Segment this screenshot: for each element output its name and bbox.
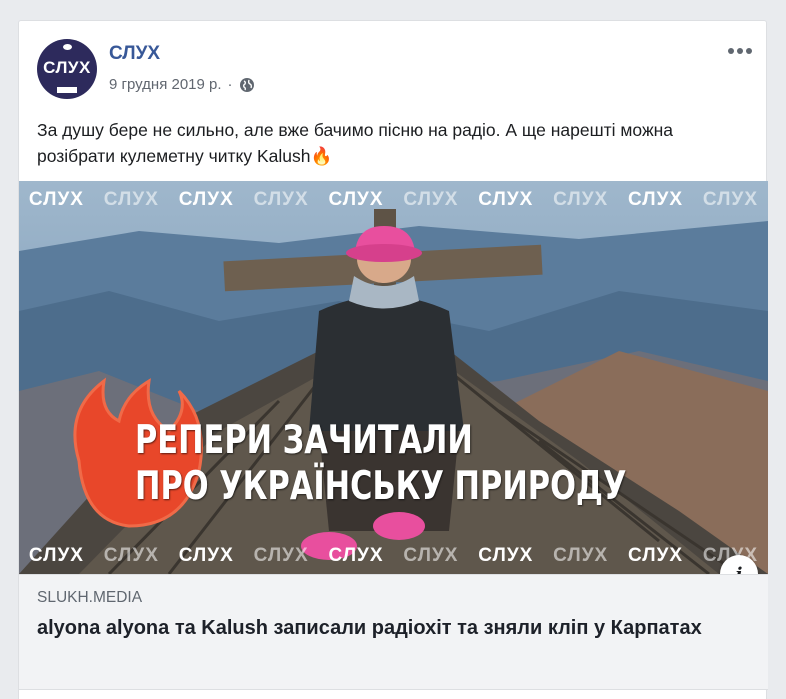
watermark-text: СЛУХ	[253, 189, 309, 210]
watermark-text: СЛУХ	[553, 189, 609, 210]
link-domain: slukh.media	[37, 589, 143, 606]
watermark-text: СЛУХ	[403, 189, 459, 210]
watermark-text: СЛУХ	[403, 545, 459, 566]
watermark-text: СЛУХ	[178, 189, 234, 210]
dot-icon	[737, 48, 743, 54]
watermark-text: СЛУХ	[28, 545, 84, 566]
globe-icon[interactable]	[239, 77, 255, 93]
more-options-button[interactable]	[726, 43, 754, 59]
avatar-eye-decoration	[63, 44, 72, 50]
watermark-text: СЛУХ	[328, 545, 384, 566]
watermark-row-bottom: СЛУХ СЛУХ СЛУХ СЛУХ СЛУХ СЛУХ СЛУХ СЛУХ …	[19, 545, 768, 567]
avatar-logo-text: СЛУХ	[43, 58, 91, 77]
watermark-text: СЛУХ	[328, 189, 384, 210]
watermark-text: СЛУХ	[103, 189, 159, 210]
post-date-link[interactable]: 9 грудня 2019 р.	[109, 76, 222, 93]
link-preview-image[interactable]: СЛУХ СЛУХ СЛУХ СЛУХ СЛУХ СЛУХ СЛУХ СЛУХ …	[19, 181, 768, 574]
post-meta: 9 грудня 2019 р. ·	[109, 76, 255, 93]
dot-icon	[728, 48, 734, 54]
image-illustration	[19, 181, 768, 574]
watermark-text: СЛУХ	[702, 189, 758, 210]
watermark-text: СЛУХ	[628, 189, 684, 210]
watermark-text: СЛУХ	[103, 545, 159, 566]
watermark-row-top: СЛУХ СЛУХ СЛУХ СЛУХ СЛУХ СЛУХ СЛУХ СЛУХ …	[19, 189, 768, 211]
watermark-text: СЛУХ	[28, 189, 84, 210]
watermark-text: СЛУХ	[553, 545, 609, 566]
avatar-stripe-decoration	[57, 87, 77, 93]
watermark-text: СЛУХ	[478, 189, 534, 210]
watermark-text: СЛУХ	[628, 545, 684, 566]
image-headline: РЕПЕРИ ЗАЧИТАЛИ ПРО УКРАЇНСЬКУ ПРИРОДУ	[135, 418, 626, 510]
watermark-text: СЛУХ	[178, 545, 234, 566]
link-title[interactable]: alyona alyona та Kalush записали радіохі…	[37, 615, 747, 641]
post-text: За душу бере не сильно, але вже бачимо п…	[37, 120, 674, 166]
headline-line-2: ПРО УКРАЇНСЬКУ ПРИРОДУ	[135, 464, 627, 509]
link-preview-caption[interactable]: slukh.media alyona alyona та Kalush запи…	[19, 574, 768, 690]
page-name-link[interactable]: СЛУХ	[109, 43, 160, 65]
watermark-text: СЛУХ	[478, 545, 534, 566]
meta-separator: ·	[227, 76, 233, 93]
page-avatar[interactable]: СЛУХ	[37, 39, 97, 99]
headline-line-1: РЕПЕРИ ЗАЧИТАЛИ	[135, 418, 473, 463]
dot-icon	[746, 48, 752, 54]
post-card: СЛУХ СЛУХ 9 грудня 2019 р. · За душу бер…	[18, 20, 768, 699]
watermark-text: СЛУХ	[253, 545, 309, 566]
